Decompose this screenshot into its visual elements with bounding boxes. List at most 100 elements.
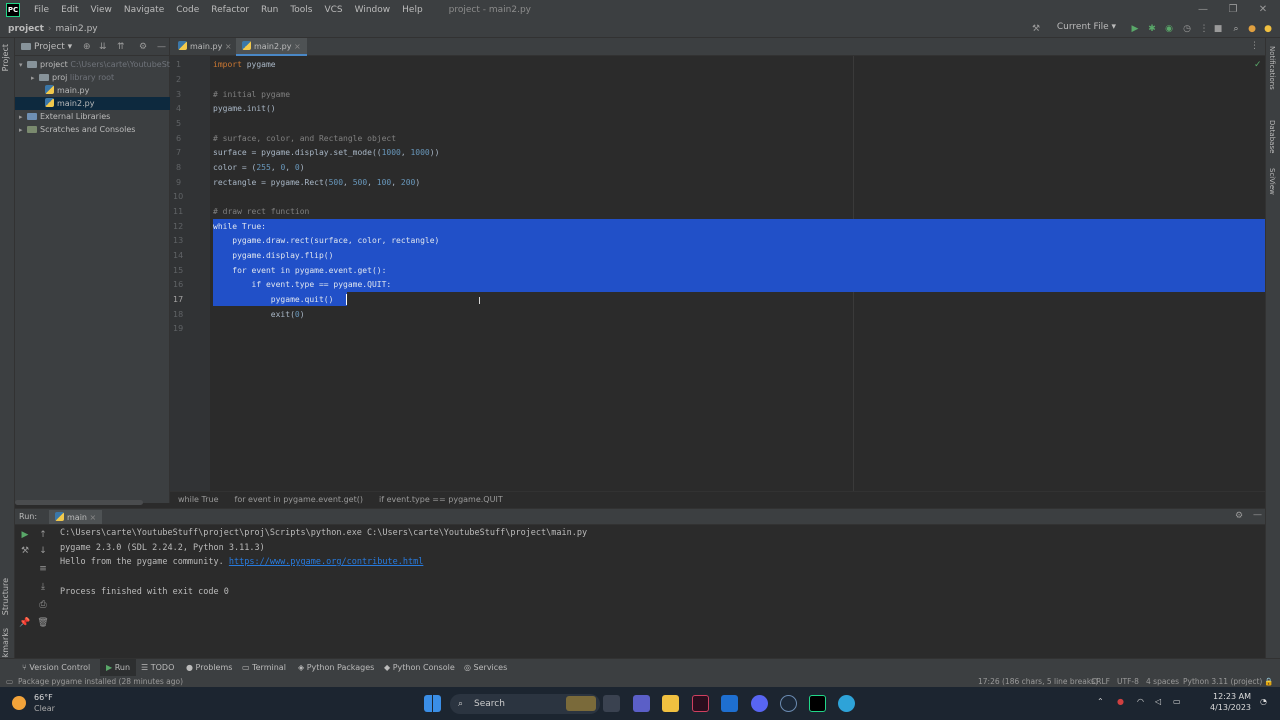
chevron-down-icon[interactable]: ▾ <box>19 59 27 71</box>
menu-code[interactable]: Code <box>170 5 205 15</box>
database-tool-tab[interactable]: Database <box>1268 120 1276 153</box>
close-tab-icon[interactable]: × <box>90 513 97 522</box>
hide-panel-icon[interactable]: — <box>157 42 166 52</box>
weather-temp[interactable]: 66°F <box>34 693 53 702</box>
print-icon[interactable]: ⎙ <box>37 599 49 611</box>
edge-browser-icon[interactable] <box>838 695 855 712</box>
scroll-down-icon[interactable]: ↓ <box>37 545 49 557</box>
status-caret-position[interactable]: 17:26 (186 chars, 5 line breaks) <box>978 676 1098 687</box>
debug-icon[interactable]: ✱ <box>1146 23 1158 35</box>
nav-crumb-project[interactable]: project <box>0 24 48 34</box>
notifications-tool-tab[interactable]: Notifications <box>1268 46 1276 90</box>
hide-run-panel-icon[interactable]: — <box>1253 510 1262 520</box>
menu-edit[interactable]: Edit <box>55 5 84 15</box>
store-icon[interactable] <box>721 695 738 712</box>
chevron-right-icon[interactable]: ▸ <box>19 124 27 136</box>
collapse-all-icon[interactable]: ⇈ <box>117 42 125 52</box>
inspection-ok-icon[interactable]: ✓ <box>1254 60 1262 70</box>
clock-time[interactable]: 12:23 AM <box>1213 692 1251 701</box>
menu-help[interactable]: Help <box>396 5 429 15</box>
minimize-button[interactable]: — <box>1188 0 1218 20</box>
vcs-hammer-icon[interactable]: ⚒ <box>1030 23 1042 35</box>
tray-app-icon[interactable]: ● <box>1117 697 1124 706</box>
run-icon[interactable]: ▶ <box>1129 23 1141 35</box>
tree-item-proj[interactable]: ▸ proj library root <box>15 71 170 84</box>
status-message[interactable]: Package pygame installed (28 minutes ago… <box>18 676 183 687</box>
breadcrumb-while[interactable]: while True <box>170 495 227 504</box>
status-indent[interactable]: 4 spaces <box>1146 676 1179 687</box>
tool-tab-version-control[interactable]: ⑂ Version Control <box>22 659 90 677</box>
pin-icon[interactable]: 📌 <box>19 617 31 629</box>
horizontal-scrollbar[interactable] <box>15 500 143 505</box>
menu-tools[interactable]: Tools <box>284 5 318 15</box>
tree-item-project[interactable]: ▾ project C:\Users\carte\YoutubeStuff <box>15 58 170 71</box>
tab-main2-py[interactable]: main2.py × <box>236 38 307 56</box>
run-settings-gear-icon[interactable]: ⚙ <box>1235 511 1243 521</box>
menu-window[interactable]: Window <box>349 5 397 15</box>
clock-date[interactable]: 4/13/2023 <box>1210 703 1251 712</box>
status-encoding[interactable]: UTF-8 <box>1117 676 1139 687</box>
tree-item-external-libraries[interactable]: ▸ External Libraries <box>15 110 170 123</box>
tray-chevron-up-icon[interactable]: ⌃ <box>1097 697 1104 706</box>
soft-wrap-icon[interactable]: ≡ <box>37 563 49 575</box>
tool-tab-run[interactable]: ▶ Run <box>100 659 137 677</box>
file-explorer-icon[interactable] <box>662 695 679 712</box>
menu-navigate[interactable]: Navigate <box>118 5 170 15</box>
scroll-to-end-icon[interactable]: ⤓ <box>37 581 49 593</box>
locate-icon[interactable]: ⊕ <box>83 42 91 52</box>
updates-icon[interactable]: ● <box>1246 23 1258 35</box>
tree-item-scratches[interactable]: ▸ Scratches and Consoles <box>15 123 170 136</box>
close-tab-icon[interactable]: × <box>294 42 301 51</box>
stop-icon[interactable]: ■ <box>1212 23 1224 35</box>
close-button[interactable]: ✕ <box>1248 0 1278 20</box>
menu-vcs[interactable]: VCS <box>318 5 348 15</box>
menu-file[interactable]: File <box>28 5 55 15</box>
settings-gear-icon[interactable]: ⚙ <box>139 42 147 52</box>
tool-tab-terminal[interactable]: ▭ Terminal <box>242 659 286 677</box>
status-line-separator[interactable]: CRLF <box>1091 676 1110 687</box>
tab-main-py[interactable]: main.py × <box>172 38 238 56</box>
steam-icon[interactable] <box>780 695 797 712</box>
nav-crumb-file[interactable]: main2.py <box>52 24 102 34</box>
tool-tab-problems[interactable]: ● Problems <box>186 659 232 677</box>
chevron-right-icon[interactable]: ▸ <box>31 72 39 84</box>
rerun-icon[interactable]: ▶ <box>19 529 31 541</box>
run-tab-main[interactable]: main × <box>49 510 103 524</box>
tool-tab-services[interactable]: ◎ Services <box>464 659 507 677</box>
sciview-tool-tab[interactable]: SciView <box>1268 168 1276 195</box>
more-run-icon[interactable]: ⋮ <box>1198 23 1210 35</box>
tool-tab-todo[interactable]: ☰ TODO <box>141 659 174 677</box>
breadcrumb-if[interactable]: if event.type == pygame.QUIT <box>371 495 511 504</box>
tab-actions-icon[interactable]: ⋮ <box>1250 41 1259 51</box>
clear-trash-icon[interactable]: 🗑 <box>37 617 49 629</box>
project-tool-tab[interactable]: Project <box>1 44 10 71</box>
lock-icon[interactable]: 🔒 <box>1264 676 1273 687</box>
tree-item-main-py[interactable]: main.py <box>15 84 170 97</box>
wrench-icon[interactable]: ⚒ <box>19 545 31 557</box>
battery-icon[interactable]: ▭ <box>1173 697 1181 706</box>
tool-tab-python-packages[interactable]: ◈ Python Packages <box>298 659 374 677</box>
task-view-icon[interactable] <box>603 695 620 712</box>
ide-logo-icon[interactable]: ● <box>1262 23 1274 35</box>
scroll-up-icon[interactable]: ↑ <box>37 529 49 541</box>
tool-tab-python-console[interactable]: ◆ Python Console <box>384 659 455 677</box>
weather-icon[interactable] <box>12 696 26 710</box>
coverage-icon[interactable]: ◉ <box>1163 23 1175 35</box>
pycharm-taskbar-icon[interactable] <box>809 695 826 712</box>
notification-bell-icon[interactable]: ◔ <box>1260 697 1267 706</box>
project-view-select[interactable]: Project ▾ <box>34 42 72 52</box>
breadcrumb-for[interactable]: for event in pygame.event.get() <box>227 495 371 504</box>
weather-desc[interactable]: Clear <box>34 704 55 713</box>
menu-view[interactable]: View <box>85 5 118 15</box>
search-everywhere-icon[interactable]: ⌕ <box>1230 23 1242 35</box>
expand-all-icon[interactable]: ⇊ <box>99 42 107 52</box>
structure-tool-tab[interactable]: Structure <box>1 578 10 615</box>
teams-chat-icon[interactable] <box>633 695 650 712</box>
chevron-right-icon[interactable]: ▸ <box>19 111 27 123</box>
close-tab-icon[interactable]: × <box>225 42 232 51</box>
app-icon[interactable] <box>692 695 709 712</box>
menu-run[interactable]: Run <box>255 5 284 15</box>
status-interpreter[interactable]: Python 3.11 (project) <box>1183 676 1262 687</box>
run-configuration-select[interactable]: Current File ▾ <box>1051 22 1122 36</box>
tree-item-main2-py[interactable]: main2.py <box>15 97 170 110</box>
